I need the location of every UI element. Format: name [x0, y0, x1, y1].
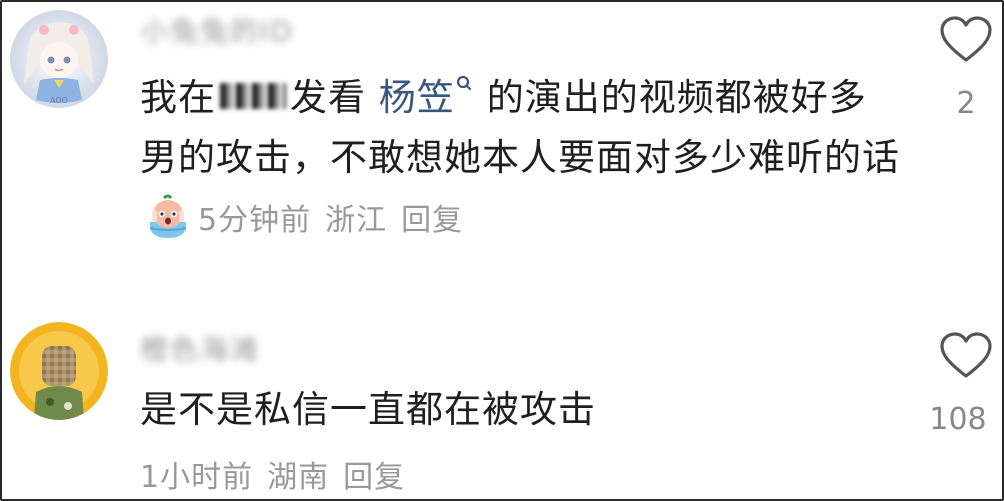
svg-text:AOO: AOO	[50, 96, 68, 105]
timestamp: 5分钟前	[198, 203, 312, 238]
comment-item: 橙色海滩 是不是私信一直都在被攻击 1小时前 湖南 回复 108	[2, 292, 1002, 499]
search-icon	[456, 75, 471, 91]
scared-face-emoji-icon	[149, 194, 187, 238]
comment-list: AOO 小兔兔的ID 我在 发看 杨笠 的演出的视频都被好多男的攻击，不敢想她本人要…	[0, 0, 1004, 501]
like-button[interactable]: 108	[929, 332, 996, 437]
location: 湖南	[267, 460, 330, 495]
mention-link[interactable]: 杨笠	[379, 75, 487, 119]
comment-meta: 5分钟前 浙江 回复	[198, 203, 477, 238]
username[interactable]: 橙色海滩	[140, 328, 260, 366]
heart-icon	[940, 332, 992, 378]
like-count: 2	[956, 86, 976, 121]
censored-text	[220, 82, 286, 109]
comment-text: 是不是私信一直都在被攻击	[140, 388, 596, 431]
avatar[interactable]	[10, 322, 108, 420]
like-button[interactable]: 2	[936, 16, 996, 121]
like-count: 108	[929, 402, 987, 437]
reply-button[interactable]: 回复	[401, 203, 463, 238]
comment-item: AOO 小兔兔的ID 我在 发看 杨笠 的演出的视频都被好多男的攻击，不敢想她本人要…	[2, 2, 1002, 292]
reply-button[interactable]: 回复	[343, 460, 405, 495]
heart-icon	[940, 16, 992, 62]
timestamp: 1小时前	[140, 460, 254, 495]
comment-meta: 1小时前 湖南 回复	[140, 452, 419, 496]
avatar[interactable]: AOO	[10, 10, 108, 108]
username[interactable]: 小兔兔的ID	[140, 10, 294, 48]
comment-text: 我在 发看 杨笠 的演出的视频都被好多男的攻击，不敢想她本人要面对多少难听的话 5分…	[140, 75, 900, 238]
location: 浙江	[325, 203, 388, 238]
